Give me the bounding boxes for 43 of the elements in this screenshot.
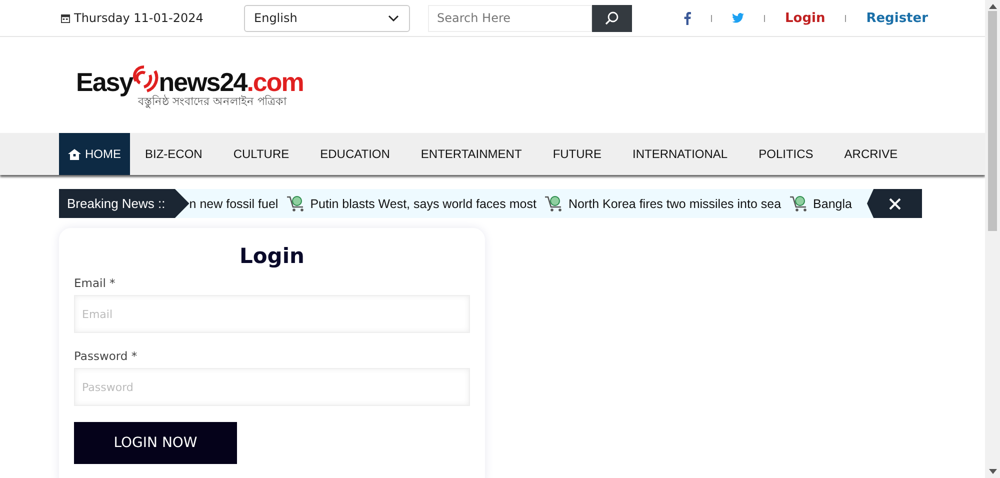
nav-tab[interactable]: EDUCATION [305, 133, 406, 175]
scroll-up-icon[interactable] [988, 4, 996, 9]
login-button[interactable]: LOGIN NOW [74, 422, 237, 464]
nav-tab[interactable]: CULTURE [218, 133, 306, 175]
calendar-icon [61, 14, 70, 22]
login-link[interactable]: Login [785, 10, 826, 26]
cart-globe-icon [790, 195, 810, 212]
close-icon [888, 198, 900, 210]
headline-link[interactable]: North Korea fires two missiles into sea [568, 196, 782, 210]
cart-globe-icon [545, 195, 564, 212]
nav-tab[interactable]: BIZ-ECON [130, 133, 218, 175]
search-icon [605, 11, 619, 25]
scroll-down-icon[interactable] [988, 469, 996, 474]
breaking-news-label: Breaking News :: [59, 189, 190, 218]
headline-link[interactable]: n new fossil fuel [189, 196, 278, 210]
close-button[interactable] [867, 189, 922, 218]
scrollbar[interactable] [985, 0, 1000, 478]
nav-tab[interactable]: INTERNATIONAL [617, 133, 744, 175]
date-text: Thursday 11-01-2024 [74, 11, 204, 25]
nav-tab[interactable]: HOME [59, 133, 130, 175]
language-select[interactable]: English [244, 4, 410, 32]
login-title: Login [238, 244, 306, 268]
facebook-icon[interactable] [684, 12, 691, 24]
input-field[interactable]: Email [74, 295, 470, 333]
nav-tab[interactable]: FUTURE [538, 133, 618, 175]
headline-link[interactable]: Putin blasts West, says world faces most [310, 196, 536, 210]
search-button[interactable] [592, 4, 632, 32]
search-field[interactable]: Search Here [428, 4, 592, 32]
logo-text: news24.com [158, 69, 304, 96]
logo-text: Easy [76, 69, 133, 96]
chevron-down-icon [388, 14, 399, 22]
logo-tagline: বস্তুনিষ্ঠ সংবাদের অনলাইন পত্রিকা [138, 95, 288, 109]
field-label: Email * [74, 276, 116, 290]
home-icon [68, 148, 81, 160]
field-label: Password * [74, 349, 138, 363]
headline-link[interactable]: Bangla [813, 196, 852, 210]
nav-tab[interactable]: POLITICS [744, 133, 830, 175]
nav-tab[interactable]: ENTERTAINMENT [406, 133, 538, 175]
input-field[interactable]: Password [74, 368, 470, 406]
nav-tab[interactable]: ARCRIVE [829, 133, 914, 175]
register-link[interactable]: Register [866, 10, 928, 26]
twitter-icon[interactable] [732, 13, 744, 23]
cart-globe-icon [287, 195, 306, 212]
